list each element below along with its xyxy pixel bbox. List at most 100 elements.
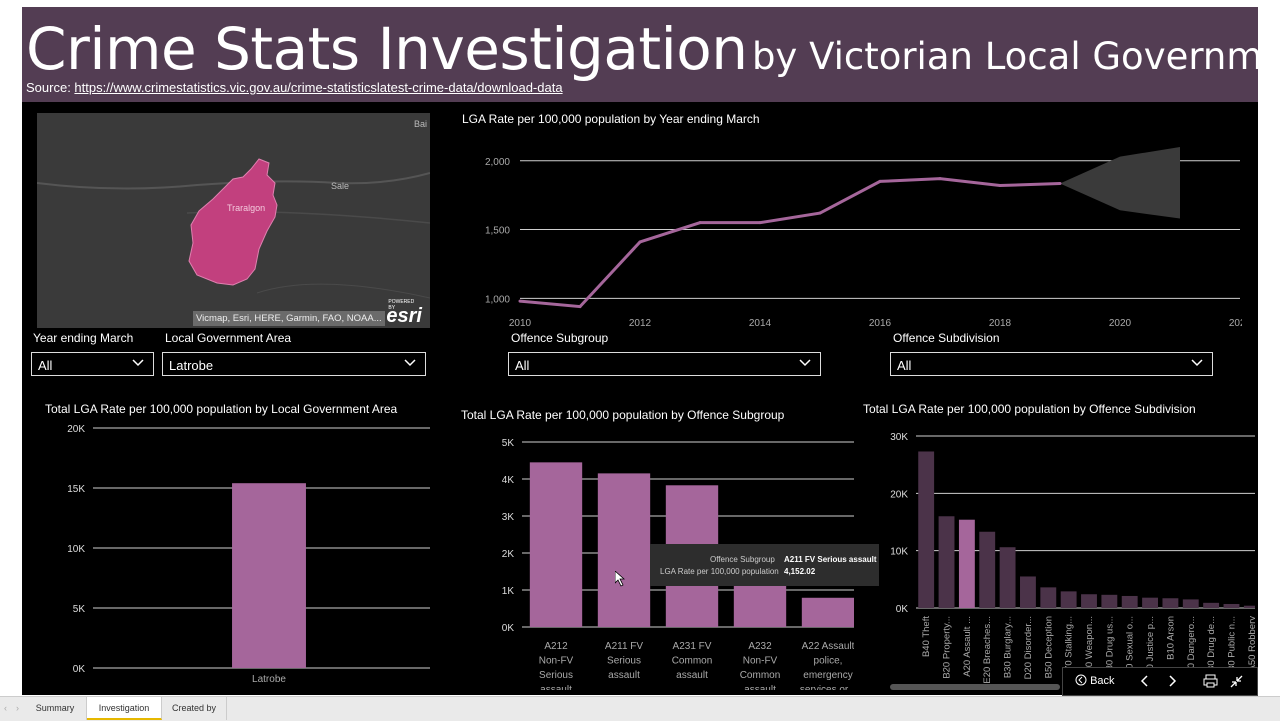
x-tick-label: B30 Burglary... [1003,616,1014,678]
lga-dropdown[interactable]: Latrobe [162,352,426,376]
data-point [698,221,702,225]
y-tick-label: 1,000 [485,294,510,305]
tab-summary[interactable]: Summary [24,697,87,720]
lga-bar-chart[interactable]: 0K 5K 10K 15K 20K Latrobe [30,419,430,689]
y-tick-label: 20K [67,424,85,435]
map-visual[interactable]: Bai Sale Traralgon Vicmap, Esri, HERE, G… [37,113,430,328]
bar [1081,594,1097,608]
x-tick-label: A50 Robbery [1247,616,1255,672]
data-point [938,177,942,181]
chart-tooltip: Offence Subgroup A211 FV Serious assault… [650,544,879,586]
bar [1121,595,1138,608]
subgroup-chart-title: Total LGA Rate per 100,000 population by… [461,408,785,422]
next-page-button[interactable] [1166,674,1178,691]
y-tick-label: 10K [67,544,85,555]
x-tick-label: services or... [800,685,854,691]
data-point [518,299,522,303]
chevron-down-icon [404,359,416,367]
horizontal-scrollbar[interactable] [890,684,1060,690]
year-dropdown[interactable]: All [31,352,154,376]
x-tick-label: 2022 [1229,318,1242,329]
y-tick-label: 4K [502,475,515,486]
x-tick-label: B20 Property... [942,616,953,679]
x-tick-label: Non-FV [539,656,574,667]
bar [1223,603,1240,608]
collapse-icon [1230,675,1243,688]
tooltip-key-2: LGA Rate per 100,000 population [660,567,779,576]
map-attribution: Vicmap, Esri, HERE, Garmin, FAO, NOAA... [193,311,385,326]
x-tick-label: D20 Disorder... [1023,616,1034,679]
data-point [878,179,882,183]
tooltip-value-1: A211 FV Serious assault [784,555,877,564]
back-circle-icon [1075,674,1087,686]
bar [1040,587,1057,608]
source-link[interactable]: https://www.crimestatistics.vic.gov.au/c… [74,80,562,95]
latrobe-region [188,158,278,286]
chevron-down-icon [799,359,811,367]
x-tick-label: Non-FV [743,656,778,667]
data-point [1058,181,1062,185]
bar [958,519,975,608]
x-tick-label: assault [540,685,572,691]
x-tick-label: assault [608,670,640,681]
subgroup-dropdown[interactable]: All [508,352,821,376]
previous-page-button[interactable] [1139,674,1151,691]
subdivision-dropdown[interactable]: All [890,352,1213,376]
y-tick-label: 10K [890,547,908,558]
data-point [758,221,762,225]
scroll-tabs-right-icon[interactable]: › [16,697,19,720]
y-tick-label: 5K [502,438,515,449]
y-tick-label: 0K [502,623,515,634]
bar [938,516,955,608]
x-tick-label: 2016 [869,318,892,329]
back-button[interactable]: Back [1075,674,1115,687]
exit-fullscreen-button[interactable] [1229,674,1244,692]
lga-slicer-label: Local Government Area [165,331,292,345]
scroll-tabs-left-icon[interactable]: ‹ [4,697,7,720]
subdivision-bar-chart[interactable]: 0K 10K 20K 30K B40 Theft B20 Property... A20 A… [860,419,1255,694]
x-tick-label: Latrobe [252,674,286,685]
y-tick-label: 5K [73,604,86,615]
y-tick-label: 1K [502,586,515,597]
y-tick-label: 3K [502,512,515,523]
forecast-band [1060,147,1180,219]
x-tick-label: assault [744,685,776,691]
y-tick-label: 1,500 [485,226,510,237]
bar [1060,591,1077,608]
data-point [998,184,1002,188]
bar [1182,599,1199,608]
source-line: Source: https://www.crimestatistics.vic.… [26,80,563,95]
source-label: Source: [26,80,75,95]
bar [1203,602,1220,608]
subdivision-dropdown-value: All [897,358,912,373]
x-tick-label: assault [676,670,708,681]
subdivision-chart-title: Total LGA Rate per 100,000 population by… [863,402,1196,416]
y-tick-label: 20K [890,489,908,500]
bar [529,462,583,627]
y-tick-label: 2K [502,549,515,560]
line-chart[interactable]: 1,000 1,500 2,000 2010 2012 2014 2016 2018 2020 2… [442,129,1242,344]
data-point [578,305,582,309]
x-tick-label: 2020 [1109,318,1132,329]
bar [232,483,306,668]
bar [1162,598,1179,608]
year-slicer-label: Year ending March [33,331,134,345]
print-icon [1203,674,1218,688]
tab-created-by[interactable]: Created by [162,697,227,720]
page-navigation-bar: Back [1062,667,1258,696]
map-label-bairnsdale: Bai [414,119,428,129]
x-tick-label: A211 FV [605,641,643,652]
x-tick-label: A231 FV [673,641,712,652]
x-tick-label: 2010 [509,318,532,329]
tab-investigation[interactable]: Investigation [87,697,162,720]
y-tick-label: 30K [890,432,908,443]
lga-chart-title: Total LGA Rate per 100,000 population by… [45,402,398,416]
report-title: Crime Stats Investigation by Victorian L… [26,15,1258,83]
x-tick-label: 2018 [989,318,1012,329]
y-tick-label: 2,000 [485,157,510,168]
bar [1020,576,1036,608]
x-tick-label: B50 Deception [1043,616,1054,678]
print-button[interactable] [1203,674,1218,691]
data-point [638,240,642,244]
x-tick-label: Common [740,670,781,681]
